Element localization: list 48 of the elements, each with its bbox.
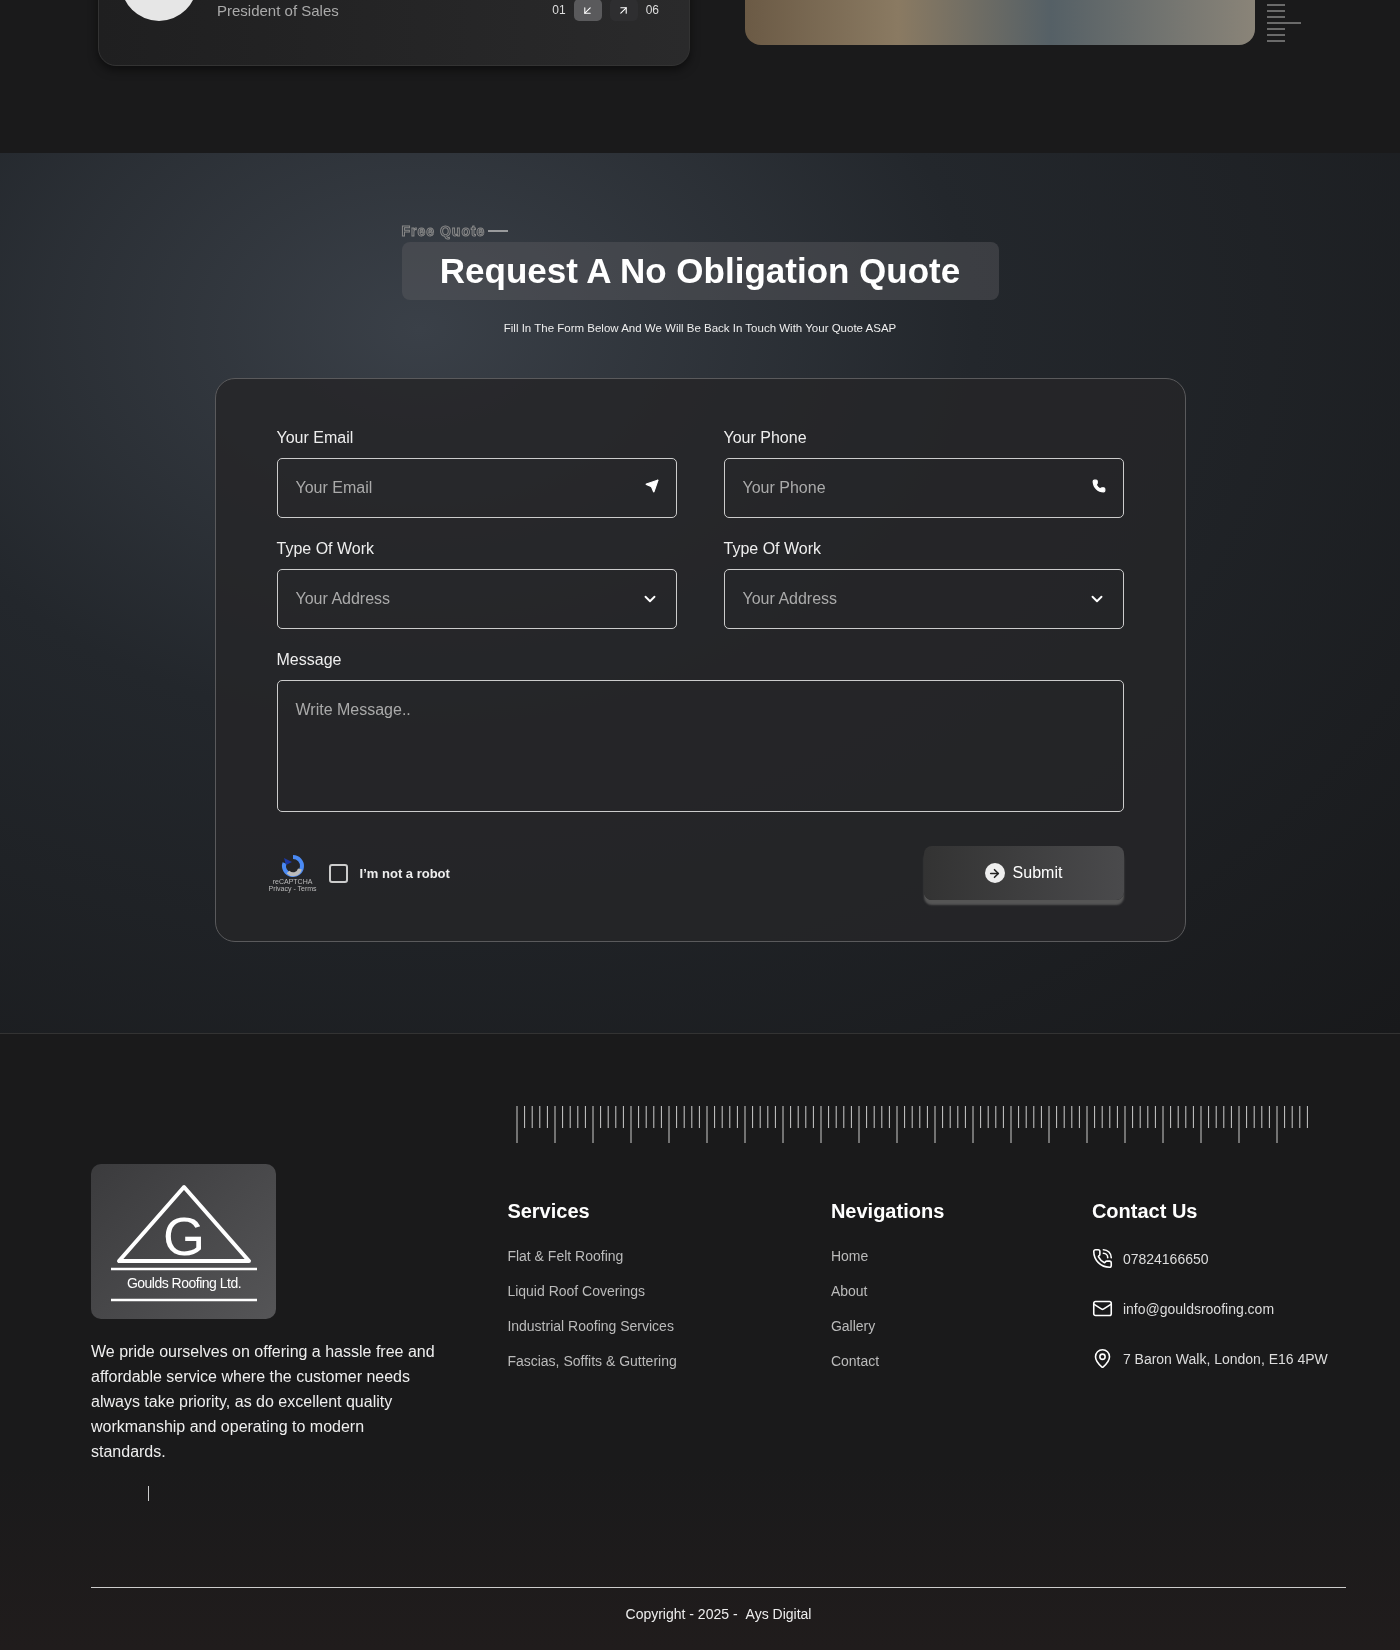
- slide-counter: 06: [645, 3, 659, 17]
- column-title: Contact Us: [1091, 1200, 1199, 1223]
- captcha-checkbox[interactable]: [328, 863, 348, 883]
- copyright-text: Copyright - 2025 -: [625, 1606, 738, 1622]
- section-subtitle: Fill In The Form Below And We Will Be Back In Touch With Your Quote ASAP: [503, 322, 897, 334]
- credit-link[interactable]: Ays Digital: [745, 1606, 812, 1622]
- testimonial-role: President of Sales: [217, 2, 340, 21]
- field-label: Type Of Work: [723, 540, 822, 558]
- company-logo: G Goulds Roofing Ltd.: [91, 1164, 276, 1319]
- select-field[interactable]: Your Address: [276, 569, 677, 629]
- eyebrow-text: Free Quote: [401, 223, 486, 239]
- section-title: Request A No Obligation Quote: [401, 242, 999, 300]
- footer-link[interactable]: About: [830, 1283, 1092, 1299]
- footer-link[interactable]: Industrial Roofing Services: [507, 1318, 831, 1334]
- footer-link[interactable]: Fascias, Soffits & Guttering: [507, 1353, 831, 1369]
- footer-link[interactable]: Home: [830, 1248, 1092, 1264]
- submit-button[interactable]: Submit: [923, 846, 1124, 900]
- contact-text: 7 Baron Walk, London, E16 4PW: [1122, 1350, 1328, 1367]
- footer-link[interactable]: Liquid Roof Coverings: [507, 1283, 831, 1299]
- lines-icon: [1267, 4, 1303, 44]
- footer-link[interactable]: Gallery: [830, 1318, 1092, 1334]
- text-cursor: [148, 1486, 149, 1501]
- field-label: Your Phone: [723, 429, 808, 447]
- field-label: Message: [276, 651, 343, 669]
- contact-text: 07824166650: [1122, 1250, 1209, 1267]
- column-title: Services: [507, 1200, 591, 1223]
- mail-icon: [1091, 1298, 1113, 1319]
- captcha-label: I’m not a robot: [359, 865, 450, 881]
- message-field[interactable]: Write Message..: [276, 680, 1124, 812]
- footer-link[interactable]: Flat & Felt Roofing: [507, 1248, 831, 1264]
- footer-link[interactable]: Contact: [830, 1353, 1092, 1369]
- select-field[interactable]: Your Address: [723, 569, 1124, 629]
- send-icon: [644, 479, 659, 493]
- field-label: Your Email: [276, 429, 355, 447]
- phone-icon: [1091, 1248, 1113, 1269]
- column-title: Nevigations: [830, 1200, 946, 1223]
- input-field[interactable]: Your Phone: [723, 458, 1124, 518]
- recaptcha-icon: [279, 854, 306, 878]
- input-field[interactable]: Your Email: [276, 458, 677, 518]
- contact-text: info@gouldsroofing.com: [1122, 1300, 1275, 1317]
- previous-button[interactable]: [573, 0, 602, 21]
- company-description: We pride ourselves on offering a hassle free and affordable service where the customer needs always take priority, as do excellent quality workmanship and operating to modern standards.: [91, 1342, 436, 1462]
- arrow-right-icon: [984, 863, 1005, 883]
- field-label: Type Of Work: [276, 540, 375, 558]
- slide-counter: 01: [552, 3, 566, 17]
- phone-icon: [1091, 479, 1106, 493]
- dash-icon: [488, 229, 509, 233]
- next-button[interactable]: [609, 0, 638, 21]
